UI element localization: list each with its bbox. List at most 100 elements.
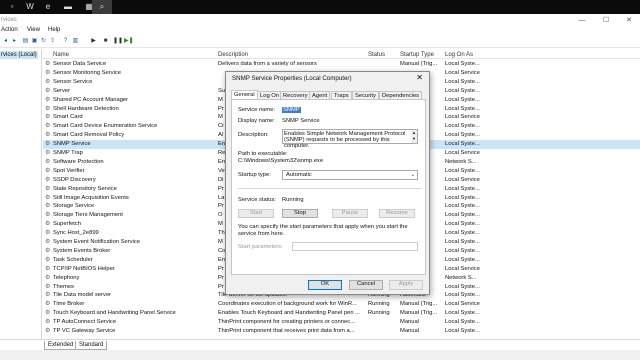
table-row[interactable]: ⚙ Time Broker Coordinates execution of bac… [43,300,640,309]
tree-item-services-local[interactable]: rvices (Local) [0,51,38,59]
menu-help[interactable]: Help [48,27,60,33]
menu-view[interactable]: View [27,27,40,33]
pause-icon[interactable]: ❚❚ [113,38,123,45]
cell-status: Running [368,310,390,317]
gear-icon: ⚙ [45,203,51,210]
cell-name: Tile Data model server [53,292,112,299]
cell-startup: Manual (Trig... [400,301,438,308]
gear-icon: ⚙ [45,96,51,103]
cell-logon: Network S... [445,274,477,281]
cell-logon: Local Syste... [445,203,480,210]
gear-icon: ⚙ [45,310,51,317]
tab-recovery[interactable]: Recovery [280,91,311,99]
column-name[interactable]: Name [53,52,69,58]
path-label: Path to executable: [238,151,288,157]
gear-icon: ⚙ [45,69,51,76]
table-row[interactable]: ⚙ TP VC Gateway Service ThinPrint componen… [43,327,640,336]
start-params-input[interactable] [292,242,418,251]
tab-extended[interactable]: Extended [44,341,78,350]
gear-icon: ⚙ [45,61,51,67]
cell-logon: Local Service [445,301,480,308]
window-icon[interactable]: ▫ [2,0,22,14]
column-status[interactable]: Status [368,52,385,58]
close-button[interactable]: ✕ [619,16,639,25]
cell-name: Storage Tiers Management [53,212,123,219]
properties-icon[interactable]: ▣ [31,38,38,45]
tab-general[interactable]: General [231,90,258,99]
cell-name: Task Scheduler [53,256,93,263]
forward-icon[interactable]: ▸ [11,38,18,45]
tab-traps[interactable]: Traps [331,91,352,99]
word-icon[interactable]: W [20,0,40,14]
table-row[interactable]: ⚙ Sensor Data Service Delivers data from a… [43,60,640,69]
cell-logon: Local Syste... [445,230,480,237]
ok-button[interactable]: OK [308,280,342,290]
table-row[interactable]: ⚙ Touch Keyboard and Handwriting Panel Se… [43,309,640,318]
gear-icon: ⚙ [45,256,51,263]
help-icon[interactable]: ? [62,38,69,45]
description-scrollbar[interactable]: ▲ ▼ [411,130,417,143]
description-box[interactable]: Enables Simple Network Management Protoc… [282,129,418,149]
cell-name: Shared PC Account Manager [53,96,129,103]
column-startup-type[interactable]: Startup Type [400,52,434,58]
cell-logon: Local Syste... [445,328,480,334]
cell-name: Smart Card Removal Policy [53,132,125,139]
cancel-button[interactable]: Cancel [349,280,383,290]
tab-agent[interactable]: Agent [309,91,331,99]
start-icon[interactable]: ▶ [90,38,97,45]
cell-desc: Enables Touch Keyboard and Handwriting P… [218,310,361,317]
gear-icon: ⚙ [45,212,51,219]
maximize-button[interactable]: ☐ [596,16,616,25]
resume-button[interactable]: Resume [379,209,415,218]
column-description[interactable]: Description [218,52,248,58]
stop-icon[interactable]: ■ [102,38,109,45]
cell-logon: Local Syste... [445,105,480,112]
tab-standard[interactable]: Standard [75,341,108,350]
back-icon[interactable]: ◂ [2,38,9,45]
cell-logon: Local Syste... [445,123,480,130]
cell-name: Storage Service [53,203,95,210]
tab-dependencies[interactable]: Dependencies [379,91,423,99]
service-status-label: Service status: [238,197,277,203]
display-name-value[interactable]: SNMP Service [282,118,320,124]
startup-type-select[interactable]: Automatic ⌄ [282,170,418,180]
folder-icon[interactable]: ▬ [58,0,78,14]
cell-name: TCP/IP NetBIOS Helper [53,265,115,272]
cell-startup: Manual [400,328,420,334]
minimize-button[interactable]: — [572,16,592,25]
table-row[interactable]: ⚙ TP AutoConnect Service ThinPrint compone… [43,318,640,327]
cell-startup: Manual [400,319,420,326]
restart-icon[interactable]: ▶❚ [124,38,134,45]
start-button[interactable]: Start [238,209,274,218]
export-icon[interactable]: ⇪ [49,38,56,45]
cell-logon: Local Syste... [445,310,480,317]
gear-icon: ⚙ [45,158,51,165]
start-params-hint: You can specify the start parameters tha… [238,224,408,237]
tab-security[interactable]: Security [352,91,379,99]
cell-logon: Local Syste... [445,256,480,263]
cell-name: Still Image Acquisition Events [53,194,129,201]
cell-logon: Local Syste... [445,247,480,254]
cell-logon: Network S... [445,158,477,165]
cell-logon: Local Service [445,114,480,121]
tab-log-on[interactable]: Log On [257,91,283,99]
menu-action[interactable]: Action [1,27,18,33]
cell-name: Smart Card Device Enumeration Service [53,123,158,130]
cell-name: Software Protection [53,158,104,165]
cell-startup: Manual (Trig... [400,61,438,67]
search-icon[interactable]: ⌕ [92,0,112,14]
show-tree-icon[interactable]: ▤ [22,38,29,45]
gear-icon: ⚙ [45,194,51,201]
cell-desc: Delivers data from a variety of sensors [218,61,317,67]
apply-button[interactable]: Apply [389,280,423,290]
dialog-close-icon[interactable]: ✕ [416,73,423,82]
view-icon[interactable]: ▥ [72,38,79,45]
edge-icon[interactable]: e [38,0,58,14]
pause-button[interactable]: Pause [332,209,368,218]
stop-button[interactable]: Stop [282,209,318,218]
gear-icon: ⚙ [45,167,51,174]
cell-name: Shell Hardware Detection [53,105,119,112]
service-name-value[interactable]: SNMP [282,107,301,113]
refresh-icon[interactable]: ↻ [40,38,47,45]
column-log-on-as[interactable]: Log On As [445,52,473,58]
